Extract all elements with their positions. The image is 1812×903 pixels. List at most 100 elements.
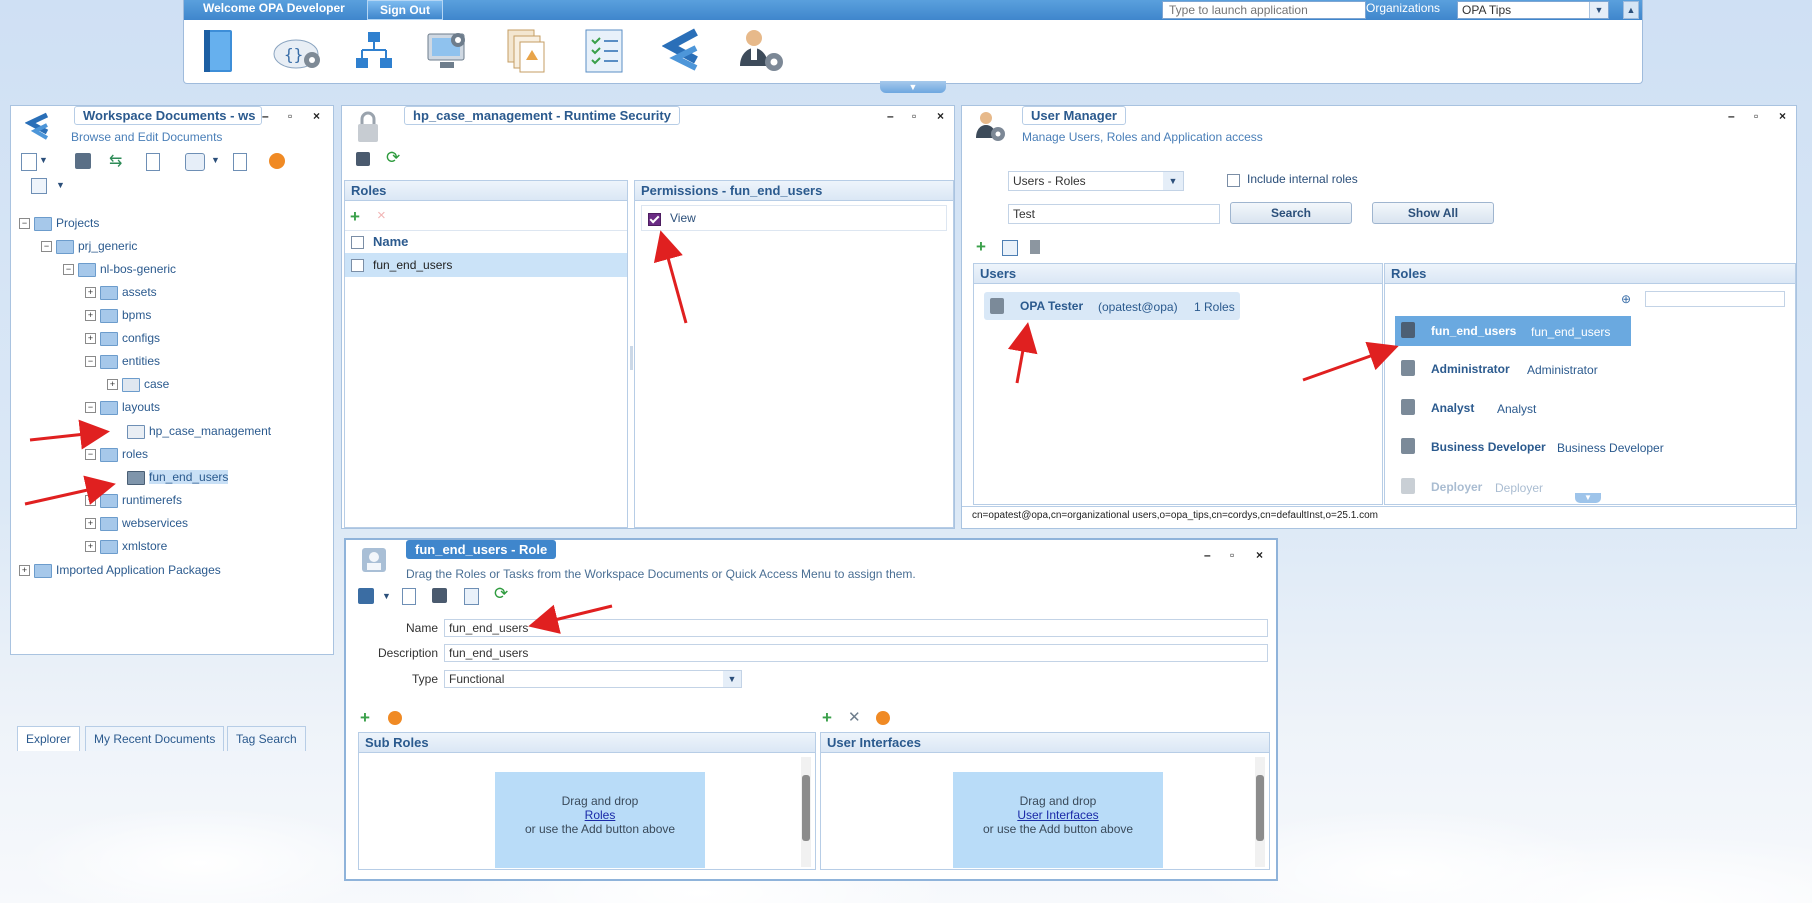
- collapse-icon[interactable]: −: [85, 402, 96, 414]
- add-icon[interactable]: +: [350, 207, 360, 227]
- save-icon[interactable]: [356, 152, 370, 166]
- tree-xmlstore[interactable]: + xmlstore: [85, 539, 167, 554]
- properties-icon[interactable]: [1030, 240, 1040, 254]
- minimize-button[interactable]: –: [1728, 109, 1735, 123]
- scrollbar[interactable]: [1255, 757, 1265, 867]
- tree-projects[interactable]: − Projects: [19, 216, 99, 231]
- tree-nl-bos-generic[interactable]: − nl-bos-generic: [63, 262, 176, 277]
- remove-ui-icon[interactable]: [876, 711, 890, 725]
- collapse-icon[interactable]: −: [19, 218, 30, 230]
- add-subrole-icon[interactable]: +: [360, 708, 370, 728]
- close-button[interactable]: ×: [1256, 548, 1263, 562]
- user-item[interactable]: OPA Tester (opatest@opa) 1 Roles: [984, 292, 1240, 320]
- collapse-icon[interactable]: −: [85, 449, 96, 461]
- sub-roles-drop-zone[interactable]: Drag and drop Roles or use the Add butto…: [495, 772, 705, 868]
- expand-icon[interactable]: +: [107, 379, 118, 391]
- close-button[interactable]: ×: [937, 109, 944, 123]
- maximize-button[interactable]: ▫: [1754, 109, 1758, 123]
- tools-icon[interactable]: ✕: [848, 708, 861, 726]
- expand-icon[interactable]: +: [19, 565, 30, 577]
- role-item[interactable]: Analyst Analyst: [1395, 395, 1785, 425]
- user-interfaces-drop-zone[interactable]: Drag and drop User Interfaces or use the…: [953, 772, 1163, 868]
- tree-imported-packages[interactable]: + Imported Application Packages: [19, 563, 221, 578]
- save-icon[interactable]: [432, 588, 447, 603]
- sign-out-button[interactable]: Sign Out: [367, 0, 443, 20]
- remove-subrole-icon[interactable]: [388, 711, 402, 725]
- table-row[interactable]: fun_end_users: [345, 253, 627, 277]
- tree-entities[interactable]: − entities: [85, 354, 160, 369]
- collapse-icon[interactable]: −: [63, 264, 74, 276]
- document-icon[interactable]: [146, 153, 160, 171]
- launch-application-input[interactable]: [1162, 1, 1366, 19]
- roles-filter-input[interactable]: [1645, 291, 1785, 307]
- collapse-toolbar-handle[interactable]: ▼: [880, 81, 946, 93]
- view-checkbox[interactable]: [648, 213, 661, 227]
- maximize-button[interactable]: ▫: [912, 109, 916, 123]
- monitor-settings-icon[interactable]: [424, 26, 472, 76]
- tab-tag-search[interactable]: Tag Search: [227, 726, 306, 751]
- expand-icon[interactable]: +: [85, 495, 96, 507]
- tree-case[interactable]: + case: [107, 377, 169, 392]
- maximize-button[interactable]: ▫: [1230, 548, 1234, 562]
- role-item[interactable]: Business Developer Business Developer: [1395, 434, 1785, 464]
- role-item-selected[interactable]: fun_end_users fun_end_users: [1395, 316, 1631, 346]
- documents-icon[interactable]: [504, 26, 548, 76]
- minimize-button[interactable]: –: [1204, 548, 1211, 562]
- close-button[interactable]: ×: [313, 109, 320, 123]
- filter-select[interactable]: Users - Roles ▼: [1008, 171, 1184, 191]
- tab-explorer[interactable]: Explorer: [17, 726, 80, 751]
- export-icon[interactable]: [464, 588, 479, 605]
- tree-layouts[interactable]: − layouts: [85, 400, 160, 415]
- row-checkbox[interactable]: [351, 259, 364, 272]
- chevron-down-icon[interactable]: ▼: [382, 591, 391, 601]
- scrollbar[interactable]: [801, 757, 811, 867]
- tree-webservices[interactable]: + webservices: [85, 516, 188, 531]
- scroll-more-handle[interactable]: ▼: [1575, 493, 1601, 503]
- close-button[interactable]: ×: [1779, 109, 1786, 123]
- search-input[interactable]: Test: [1008, 204, 1220, 224]
- code-settings-icon[interactable]: {}: [272, 26, 326, 76]
- new-document-icon[interactable]: [21, 153, 37, 171]
- scroll-thumb[interactable]: [1256, 775, 1264, 841]
- add-icon[interactable]: +: [976, 237, 986, 257]
- chevron-down-icon[interactable]: ▼: [211, 155, 220, 165]
- expand-icon[interactable]: +: [85, 518, 96, 530]
- expand-icon[interactable]: +: [85, 287, 96, 299]
- expand-icon[interactable]: +: [85, 310, 96, 322]
- new-document-icon[interactable]: [402, 588, 416, 605]
- refresh-icon[interactable]: ⟳: [386, 148, 400, 168]
- binoculars-icon[interactable]: ⊕: [1621, 292, 1631, 306]
- organization-select[interactable]: OPA Tips ▼: [1457, 1, 1609, 19]
- checklist-icon[interactable]: [582, 26, 626, 76]
- tree-assets[interactable]: + assets: [85, 285, 157, 300]
- roles-link[interactable]: Roles: [585, 808, 616, 822]
- splitter-handle[interactable]: [630, 346, 633, 370]
- save-all-icon[interactable]: [75, 153, 91, 169]
- description-field[interactable]: fun_end_users: [444, 644, 1268, 662]
- role-item[interactable]: Administrator Administrator: [1395, 356, 1785, 386]
- tree-roles[interactable]: − roles: [85, 447, 148, 462]
- hierarchy-icon[interactable]: [352, 26, 396, 76]
- tab-my-recent-documents[interactable]: My Recent Documents: [85, 726, 225, 751]
- tree-hp-case-management[interactable]: hp_case_management: [123, 424, 271, 439]
- tree-prj-generic[interactable]: − prj_generic: [41, 239, 137, 254]
- remove-icon[interactable]: [269, 153, 285, 169]
- cordys-logo-icon[interactable]: [358, 588, 374, 604]
- export-icon[interactable]: [233, 153, 247, 171]
- tree-runtimerefs[interactable]: + runtimerefs: [85, 493, 182, 508]
- cordys-logo-icon[interactable]: [662, 26, 706, 76]
- add-ui-icon[interactable]: +: [822, 708, 832, 728]
- tree-bpms[interactable]: + bpms: [85, 308, 151, 323]
- name-field[interactable]: fun_end_users: [444, 619, 1268, 637]
- expand-icon[interactable]: +: [85, 333, 96, 345]
- include-internal-checkbox[interactable]: [1227, 174, 1240, 187]
- maximize-button[interactable]: ▫: [288, 109, 292, 123]
- show-all-button[interactable]: Show All: [1372, 202, 1494, 224]
- minimize-button[interactable]: –: [887, 109, 894, 123]
- select-all-checkbox[interactable]: [351, 236, 364, 249]
- book-icon[interactable]: [196, 26, 240, 76]
- minimize-button[interactable]: –: [262, 109, 269, 123]
- search-button[interactable]: Search: [1230, 202, 1352, 224]
- tree-configs[interactable]: + configs: [85, 331, 160, 346]
- scroll-thumb[interactable]: [802, 775, 810, 841]
